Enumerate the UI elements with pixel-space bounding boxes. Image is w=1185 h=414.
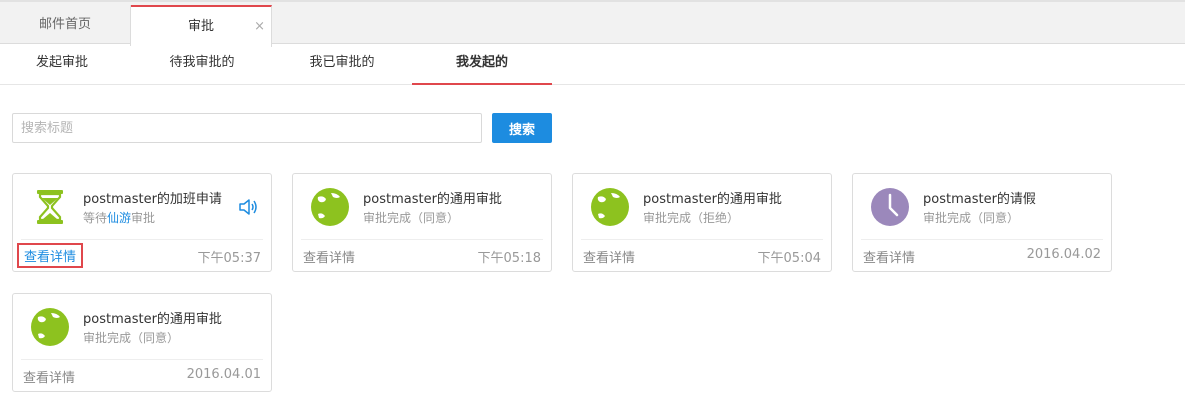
card-divider (581, 239, 823, 240)
tab-approval[interactable]: 审批 × (131, 5, 272, 47)
card-time: 下午05:37 (197, 251, 261, 266)
card-status-prefix: 等待 (83, 211, 108, 225)
card-title: postmaster的通用审批 (363, 192, 502, 207)
card-time: 2016.04.01 (186, 367, 261, 382)
search-button[interactable]: 搜索 (492, 113, 552, 143)
subnav-item-start-approval[interactable]: 发起审批 (12, 44, 112, 85)
approval-card[interactable]: postmaster的通用审批 审批完成（同意） 查看详情 2016.04.01 (12, 293, 272, 392)
top-tab-bar: 邮件首页 审批 × (0, 0, 1185, 47)
hourglass-icon (37, 190, 63, 224)
view-details-link[interactable]: 查看详情 (17, 243, 84, 268)
globe-icon (311, 188, 349, 226)
card-title: postmaster的加班申请 (83, 192, 222, 207)
subnav-item-label: 我发起的 (455, 55, 508, 70)
approval-card[interactable]: postmaster的通用审批 审批完成（同意） 查看详情 下午05:18 (292, 173, 552, 272)
card-status: 审批完成（同意） (363, 211, 460, 225)
card-title: postmaster的请假 (923, 192, 1036, 207)
tab-approval-label: 审批 (187, 19, 214, 34)
subnav-item-pending-my-approval[interactable]: 待我审批的 (150, 44, 254, 85)
subnav-item-label: 我已审批的 (309, 55, 375, 70)
card-title: postmaster的通用审批 (83, 312, 222, 327)
card-status: 审批完成（拒绝） (643, 211, 740, 225)
card-time: 下午05:18 (477, 251, 541, 266)
approval-card[interactable]: postmaster的加班申请 等待仙游审批 查看详情 下午05:37 (12, 173, 272, 272)
view-details-link[interactable]: 查看详情 (583, 247, 635, 266)
globe-icon (591, 188, 629, 226)
speaker-icon[interactable] (237, 196, 259, 218)
card-status: 审批完成（同意） (83, 331, 180, 345)
view-details-link[interactable]: 查看详情 (23, 367, 75, 386)
card-time: 2016.04.02 (1026, 247, 1101, 262)
subnav-item-approved-by-me[interactable]: 我已审批的 (290, 44, 394, 85)
card-status: 审批完成（同意） (923, 211, 1020, 225)
card-divider (861, 239, 1103, 240)
card-divider (21, 359, 263, 360)
subnav-item-initiated-by-me[interactable]: 我发起的 (412, 44, 552, 85)
card-status-suffix: 审批 (131, 211, 156, 225)
tab-mail-home-label: 邮件首页 (38, 17, 91, 32)
globe-icon (31, 308, 69, 346)
approval-subnav: 发起审批 待我审批的 我已审批的 我发起的 (0, 44, 1185, 85)
approval-card[interactable]: postmaster的通用审批 审批完成（拒绝） 查看详情 下午05:04 (572, 173, 832, 272)
clock-icon (871, 188, 909, 226)
view-details-link[interactable]: 查看详情 (303, 247, 355, 266)
close-icon[interactable]: × (254, 7, 265, 46)
subnav-item-label: 待我审批的 (169, 55, 235, 70)
card-divider (301, 239, 543, 240)
card-status-approver[interactable]: 仙游 (107, 211, 131, 225)
view-details-link[interactable]: 查看详情 (863, 247, 915, 266)
search-input[interactable] (12, 113, 482, 143)
card-title: postmaster的通用审批 (643, 192, 782, 207)
card-divider (21, 239, 263, 240)
subnav-item-label: 发起审批 (35, 55, 88, 70)
tab-mail-home[interactable]: 邮件首页 (0, 5, 131, 46)
approval-card[interactable]: postmaster的请假 审批完成（同意） 查看详情 2016.04.02 (852, 173, 1112, 272)
card-time: 下午05:04 (757, 251, 821, 266)
card-status: 等待仙游审批 (83, 209, 155, 226)
